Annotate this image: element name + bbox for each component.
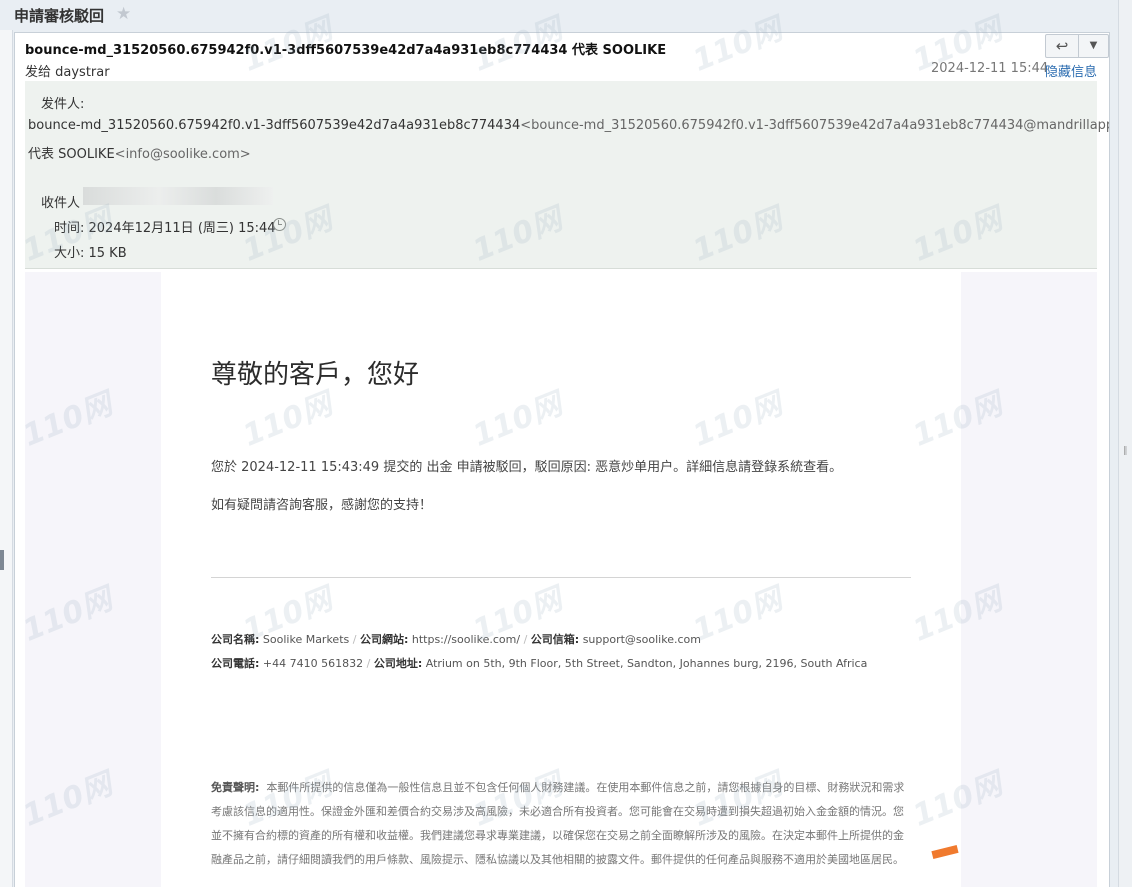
mail-subject: bounce-md_31520560.675942f0.v1-3dff56075… [25, 43, 667, 58]
mail-client-window: 申請審核駁回 ★ bounce-md_31520560.675942f0.v1-… [0, 0, 1132, 887]
company-phone: +44 7410 561832 [262, 657, 364, 670]
mail-reading-pane: bounce-md_31520560.675942f0.v1-3dff56075… [14, 32, 1110, 887]
company-info-row-1: 公司名稱: Soolike Markets / 公司網站: https://so… [211, 631, 701, 647]
hide-details-link[interactable]: 隐藏信息 [1045, 61, 1097, 80]
recipient-label: 收件人 [41, 196, 81, 211]
chevron-down-icon[interactable]: ▼ [1079, 35, 1108, 57]
star-icon[interactable]: ★ [116, 4, 131, 24]
time-line: 时间: 2024年12月11日 (周三) 15:44 [54, 221, 276, 236]
mail-header: bounce-md_31520560.675942f0.v1-3dff56075… [15, 33, 1109, 81]
right-scrollbar[interactable] [1118, 0, 1132, 887]
company-site-link[interactable]: https://soolike.com/ [412, 633, 520, 646]
reply-icon[interactable]: ↩ [1046, 35, 1079, 57]
disclaimer-body: 本郵件所提供的信息僅為一般性信息且並不包含任何個人財務建議。在使用本郵件信息之前… [211, 781, 905, 866]
mail-details-panel: 发件人: bounce-md_31520560.675942f0.v1-3dff… [25, 81, 1109, 269]
disclaimer-text: 免責聲明: 本郵件所提供的信息僅為一般性信息且並不包含任何個人財務建議。在使用本… [211, 776, 911, 872]
company-address: Atrium on 5th, 9th Floor, 5th Street, Sa… [425, 657, 868, 670]
company-mail-label: 公司信箱: [530, 633, 580, 646]
company-name: Soolike Markets [262, 633, 350, 646]
behalf-email[interactable]: <info@soolike.com> [115, 147, 251, 162]
sender-label: 发件人: [41, 97, 85, 112]
separator: / [352, 633, 357, 646]
sent-to-line: 发给 daystrar [25, 65, 110, 80]
rejection-message: 您於 2024-12-11 15:43:49 提交的 出金 申請被駁回，駁回原因… [211, 460, 843, 475]
panel-resize-handle[interactable] [0, 550, 4, 570]
behalf-name[interactable]: 代表 SOOLIKE [28, 147, 115, 162]
behalf-line: 代表 SOOLIKE<info@soolike.com> [28, 143, 251, 162]
company-info-row-2: 公司電話: +44 7410 561832 / 公司地址: Atrium on … [211, 655, 867, 671]
mail-title: 申請審核駁回 [14, 7, 105, 25]
company-name-label: 公司名稱: [211, 633, 260, 646]
company-site-label: 公司網站: [359, 633, 409, 646]
left-panel-edge [0, 30, 13, 887]
redacted-recipient [83, 187, 273, 205]
content-divider [211, 577, 911, 578]
sender-line: bounce-md_31520560.675942f0.v1-3dff56075… [28, 118, 1109, 133]
mail-body: 尊敬的客戶，您好 您於 2024-12-11 15:43:49 提交的 出金 申… [25, 272, 1097, 887]
clock-icon[interactable] [273, 218, 286, 231]
company-phone-label: 公司電話: [211, 657, 260, 670]
sender-email[interactable]: <bounce-md_31520560.675942f0.v1-3dff5607… [520, 118, 1109, 133]
greeting-heading: 尊敬的客戶，您好 [211, 360, 420, 390]
title-bar: 申請審核駁回 ★ [0, 0, 1132, 30]
size-line: 大小: 15 KB [54, 246, 127, 261]
sender-name[interactable]: bounce-md_31520560.675942f0.v1-3dff56075… [28, 118, 520, 133]
company-mail-link[interactable]: support@soolike.com [583, 633, 701, 646]
company-address-label: 公司地址: [373, 657, 423, 670]
resize-grip-icon[interactable]: ‖ [1123, 446, 1128, 456]
mail-date: 2024-12-11 15:44 [931, 61, 1049, 76]
separator: / [523, 633, 528, 646]
header-action-buttons: ↩ ▼ [1045, 34, 1109, 58]
separator: / [366, 657, 371, 670]
support-message: 如有疑問請咨詢客服，感謝您的支持！ [211, 498, 433, 513]
email-content-card: 尊敬的客戶，您好 您於 2024-12-11 15:43:49 提交的 出金 申… [161, 272, 961, 887]
disclaimer-label: 免責聲明: [211, 781, 260, 794]
